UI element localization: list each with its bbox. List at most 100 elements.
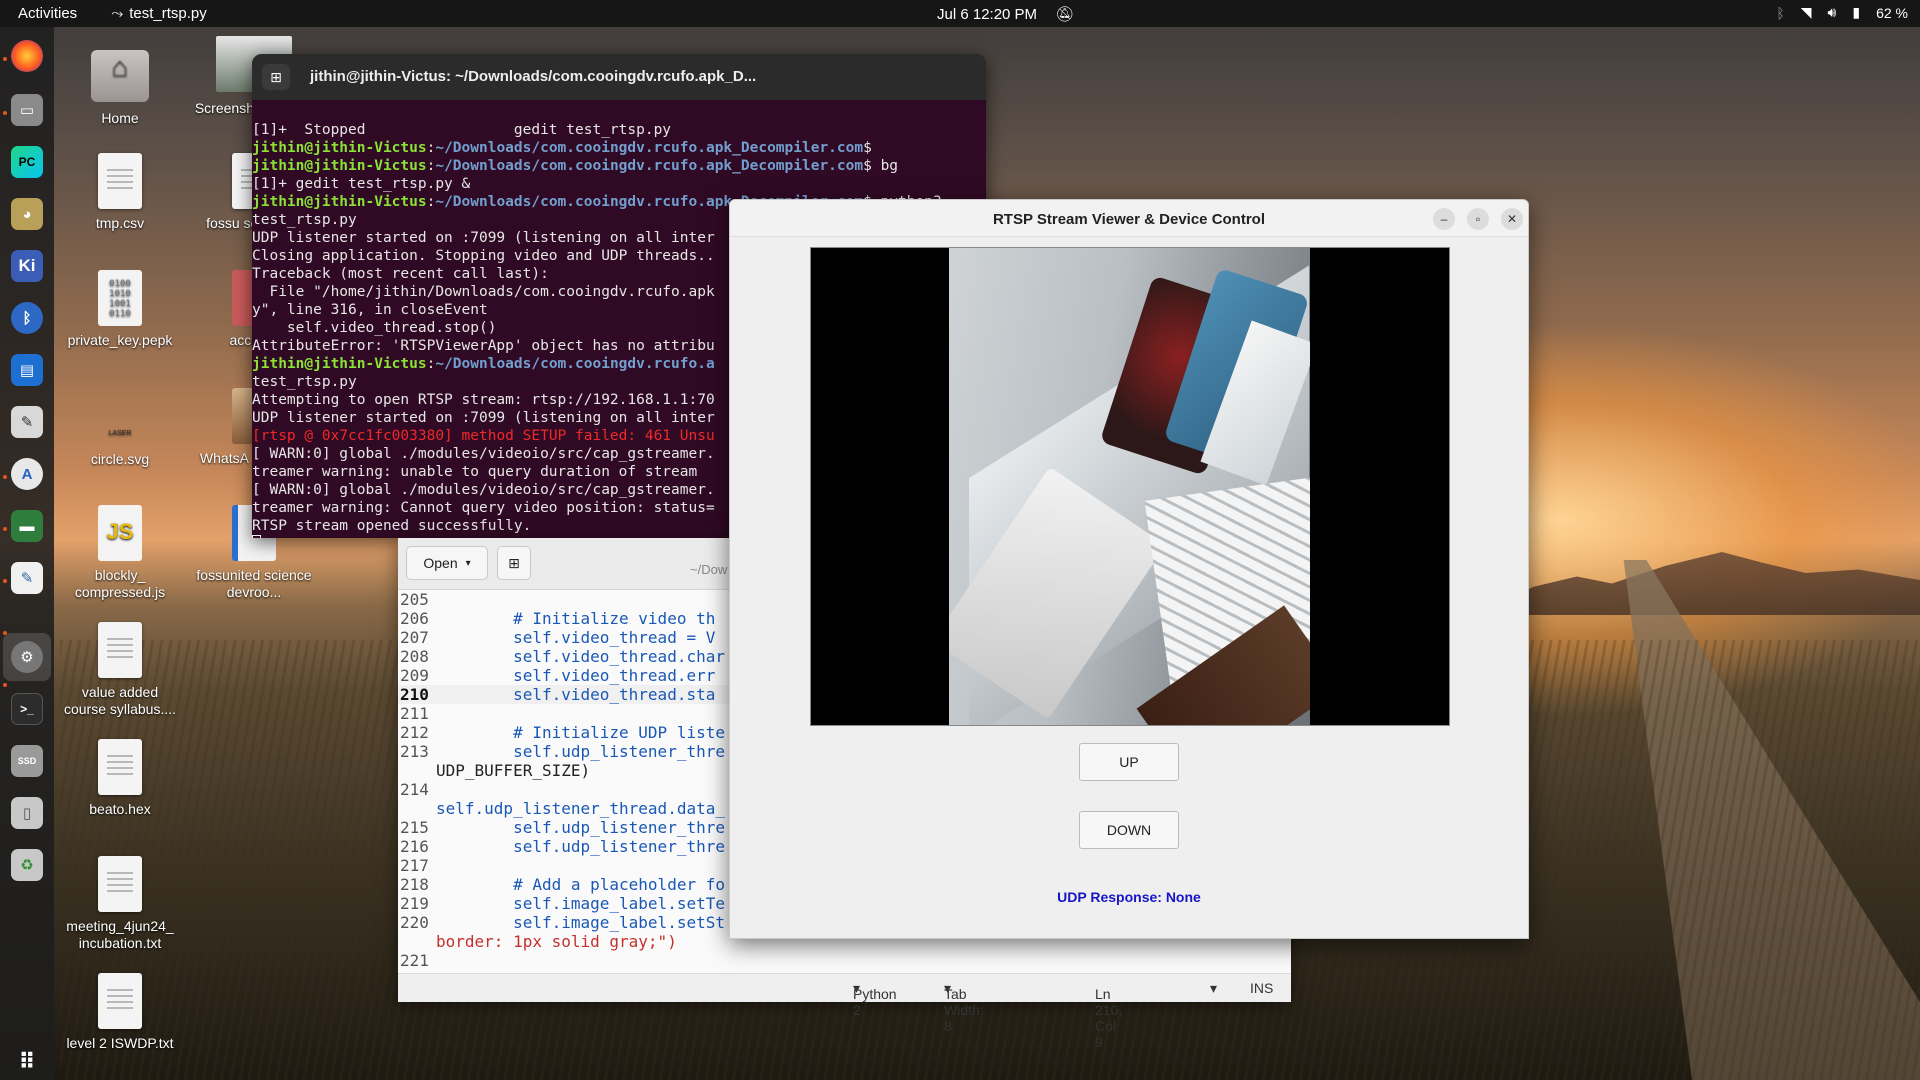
- code-text: UDP_BUFFER_SIZE): [436, 761, 591, 780]
- rtsp-viewer-window[interactable]: RTSP Stream Viewer & Device Control – ▫ …: [729, 199, 1529, 939]
- desktop-icon-circle-svg[interactable]: LASER circle.svg: [60, 425, 180, 468]
- file-icon: [98, 153, 142, 209]
- clock[interactable]: Jul 6 12:20 PM 🔕︎: [937, 5, 1074, 23]
- tab-width-selector[interactable]: Tab Width: 8 ▾: [944, 980, 984, 1034]
- desktop-icon-blockly-js[interactable]: JS blockly_ compressed.js: [60, 505, 180, 601]
- binary-file-icon: 0100 1010 1001 0110: [98, 270, 142, 326]
- dock: ▭ PC ◕ Ki ᛒ ▤ ✎ A ▬ ✎ ⚙ >_ SSD ▯ ♻ ⠿: [0, 27, 54, 1080]
- trash-icon[interactable]: ♻: [11, 849, 43, 881]
- code-text: # Initialize video th: [436, 609, 716, 628]
- desktop-icon-beato-hex[interactable]: beato.hex: [60, 739, 180, 818]
- desktop-icon-tmp-csv[interactable]: tmp.csv: [60, 153, 180, 232]
- running-indicator: [3, 579, 7, 583]
- new-tab-icon[interactable]: ⊞: [262, 64, 290, 90]
- app-store-icon[interactable]: A: [11, 458, 43, 490]
- desktop-icon-label: value added course syllabus....: [63, 684, 177, 717]
- chevron-down-icon: ▾: [465, 557, 471, 569]
- writer-icon[interactable]: ▤: [11, 354, 43, 386]
- language-selector[interactable]: Python 2 ▾: [853, 980, 897, 1018]
- desktop-icon-private-key[interactable]: 0100 1010 1001 0110 private_key.pepk: [60, 270, 180, 349]
- line-number: 219: [400, 894, 429, 913]
- desktop-icon-label: blockly_ compressed.js: [74, 567, 166, 600]
- code-text: self.video_thread.err: [436, 666, 716, 685]
- running-indicator: [3, 527, 7, 531]
- desktop-icon-meeting-txt[interactable]: meeting_4jun24_ incubation.txt: [60, 856, 180, 952]
- video-frame: [949, 248, 1310, 725]
- app-grid-icon[interactable]: ⠿: [11, 1046, 43, 1078]
- android-studio-icon[interactable]: ▬: [11, 510, 43, 542]
- code-text: self.video_thread.char: [436, 647, 725, 666]
- ssd-icon[interactable]: SSD: [11, 745, 43, 777]
- text-editor-icon[interactable]: ✎: [11, 562, 43, 594]
- terminal-titlebar[interactable]: ⊞ jithin@jithin-Victus: ~/Downloads/com.…: [252, 54, 986, 100]
- open-button-label: Open: [423, 555, 458, 571]
- file-icon: [98, 856, 142, 912]
- line-number: 215: [400, 818, 429, 837]
- minimize-icon[interactable]: –: [1433, 208, 1455, 230]
- running-indicator: [3, 111, 7, 115]
- line-number: [398, 932, 436, 951]
- line-number: 216: [400, 837, 429, 856]
- terminal-icon[interactable]: >_: [11, 693, 43, 725]
- code-text: self.image_label.setSt: [436, 913, 725, 932]
- desktop-icon-label: fossunited science devroo...: [196, 567, 312, 600]
- desktop-icon-syllabus[interactable]: value added course syllabus....: [60, 622, 180, 718]
- drive-icon[interactable]: ▯: [11, 797, 43, 829]
- document-path: ~/Dow: [690, 562, 728, 577]
- open-button[interactable]: Open ▾: [406, 546, 488, 580]
- battery-icon: ▮: [1852, 4, 1861, 20]
- line-number: [398, 761, 436, 780]
- svg-file-icon: LASER: [108, 430, 132, 437]
- code-line[interactable]: 221: [398, 951, 1291, 970]
- code-text: # Add a placeholder fo: [436, 875, 725, 894]
- activities-button[interactable]: Activities: [18, 5, 77, 22]
- desktop-icon-label: meeting_4jun24_ incubation.txt: [66, 918, 174, 951]
- maximize-icon[interactable]: ▫: [1467, 208, 1489, 230]
- running-indicator: [3, 475, 7, 479]
- pycharm-icon[interactable]: PC: [11, 146, 43, 178]
- new-document-button[interactable]: ⊞: [497, 546, 531, 580]
- settings-icon[interactable]: ⚙: [11, 641, 43, 673]
- inkscape-icon[interactable]: ✎: [11, 406, 43, 438]
- line-number: 209: [400, 666, 429, 685]
- bluetooth-icon[interactable]: ᛒ: [11, 302, 43, 334]
- firefox-icon[interactable]: [11, 40, 43, 72]
- viewer-titlebar[interactable]: RTSP Stream Viewer & Device Control – ▫ …: [730, 200, 1528, 237]
- app-menu-label: test_rtsp.py: [129, 5, 207, 22]
- kicad-icon[interactable]: Ki: [11, 250, 43, 282]
- udp-response-label: UDP Response: None: [1057, 889, 1201, 905]
- up-button[interactable]: UP: [1079, 743, 1179, 781]
- chevron-down-icon[interactable]: ▾: [1210, 980, 1217, 997]
- terminal-line: [1]+ gedit test_rtsp.py &: [252, 176, 471, 192]
- code-text: self.udp_listener_thre: [436, 837, 725, 856]
- system-tray[interactable]: ᛒ ◥ 🔊︎ ▮ 62 %: [1776, 4, 1908, 21]
- file-icon: [98, 973, 142, 1029]
- line-number: 206: [400, 609, 429, 628]
- terminal-line: [1]+ Stopped gedit test_rtsp.py: [252, 122, 672, 138]
- desktop-icon-label: circle.svg: [90, 451, 150, 467]
- desktop-icon-level2-txt[interactable]: level 2 ISWDP.txt: [60, 973, 180, 1052]
- code-text: # Initialize UDP liste: [436, 723, 725, 742]
- down-button[interactable]: DOWN: [1079, 811, 1179, 849]
- close-icon[interactable]: ✕: [1501, 208, 1523, 230]
- top-bar: Activities ⤳ test_rtsp.py Jul 6 12:20 PM…: [0, 0, 1920, 27]
- status-bar: Python 2 ▾ Tab Width: 8 ▾ Ln 210, Col 9 …: [398, 973, 1291, 1050]
- volume-icon: 🔊︎: [1827, 4, 1837, 20]
- code-text: self.image_label.setTe: [436, 894, 725, 913]
- terminal-prompt-line: jithin@jithin-Victus:~/Downloads/com.coo…: [252, 158, 899, 174]
- home-folder-icon: [91, 50, 149, 102]
- file-icon: [98, 739, 142, 795]
- gimp-icon[interactable]: ◕: [11, 198, 43, 230]
- code-text: self.video_thread.sta: [436, 685, 716, 704]
- line-number: 210: [400, 685, 429, 704]
- app-menu[interactable]: ⤳ test_rtsp.py: [111, 5, 207, 22]
- files-icon[interactable]: ▭: [11, 94, 43, 126]
- desktop-icon-label: level 2 ISWDP.txt: [66, 1035, 174, 1051]
- line-number: 205: [400, 590, 429, 609]
- code-text: self.udp_listener_thre: [436, 818, 725, 837]
- line-number: 214: [400, 780, 429, 799]
- clock-label: Jul 6 12:20 PM: [937, 6, 1038, 23]
- desktop-icon-label: Home: [101, 110, 139, 126]
- desktop-icon-home[interactable]: Home: [60, 44, 180, 127]
- code-text: self.udp_listener_thre: [436, 742, 725, 761]
